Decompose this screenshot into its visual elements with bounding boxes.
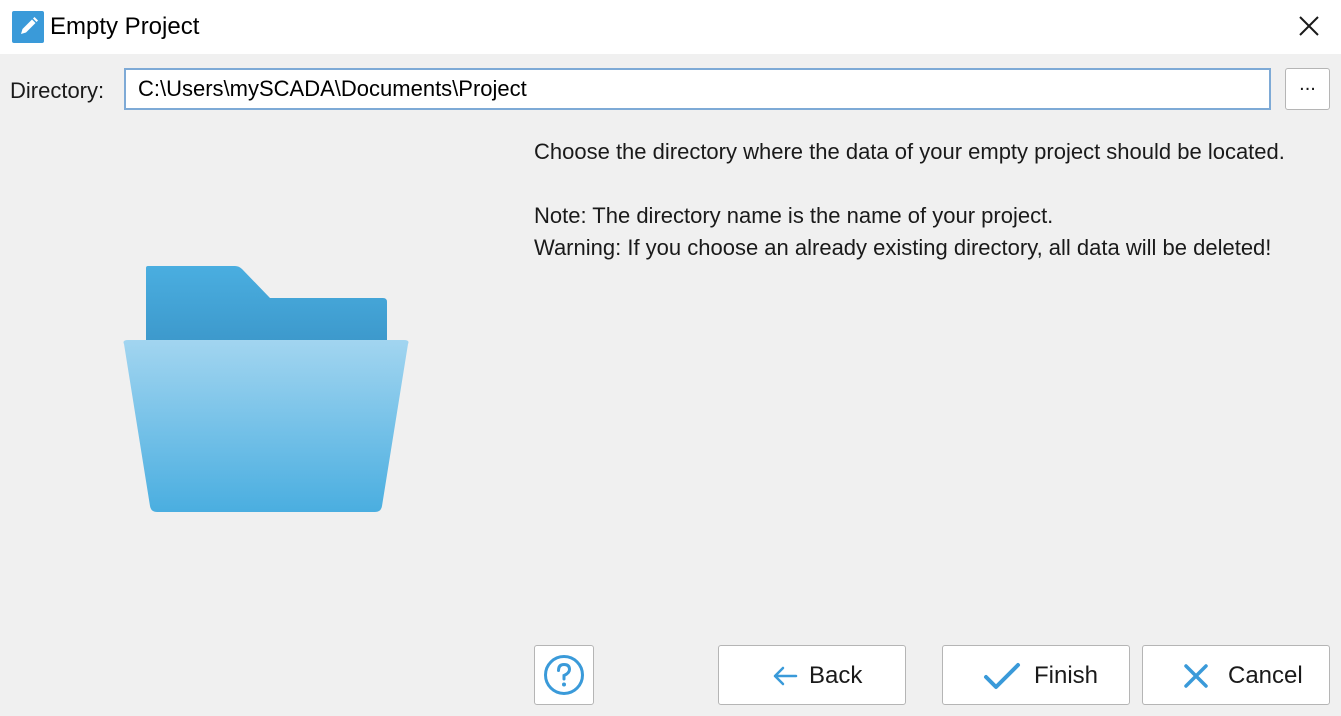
help-button[interactable] (534, 645, 594, 705)
warning-text: Warning: If you choose an already existi… (534, 235, 1272, 260)
finish-button-label: Finish (1034, 662, 1099, 689)
back-button[interactable]: Back (718, 645, 906, 705)
close-window-button[interactable] (1275, 0, 1341, 54)
browse-button[interactable]: ... (1285, 68, 1330, 110)
checkmark-icon (984, 663, 1020, 689)
directory-input[interactable] (124, 68, 1271, 110)
description-text: Choose the directory where the data of y… (534, 139, 1285, 164)
close-icon (1184, 664, 1208, 688)
title-bar: Empty Project (0, 0, 1341, 54)
finish-button[interactable]: Finish (942, 645, 1130, 705)
description-panel: Choose the directory where the data of y… (534, 136, 1314, 264)
pencil-icon (12, 11, 44, 43)
window-title: Empty Project (50, 13, 200, 40)
help-icon (544, 655, 584, 695)
close-icon (1299, 16, 1319, 36)
directory-label: Directory: (10, 78, 105, 103)
dialog-window: Empty Project Directory: ... (0, 0, 1341, 716)
cancel-button[interactable]: Cancel (1142, 645, 1330, 705)
folder-icon (120, 262, 412, 516)
note-text: Note: The directory name is the name of … (534, 203, 1054, 228)
back-button-label: Back (809, 662, 863, 689)
cancel-button-label: Cancel (1228, 662, 1303, 689)
arrow-left-icon (773, 666, 798, 686)
